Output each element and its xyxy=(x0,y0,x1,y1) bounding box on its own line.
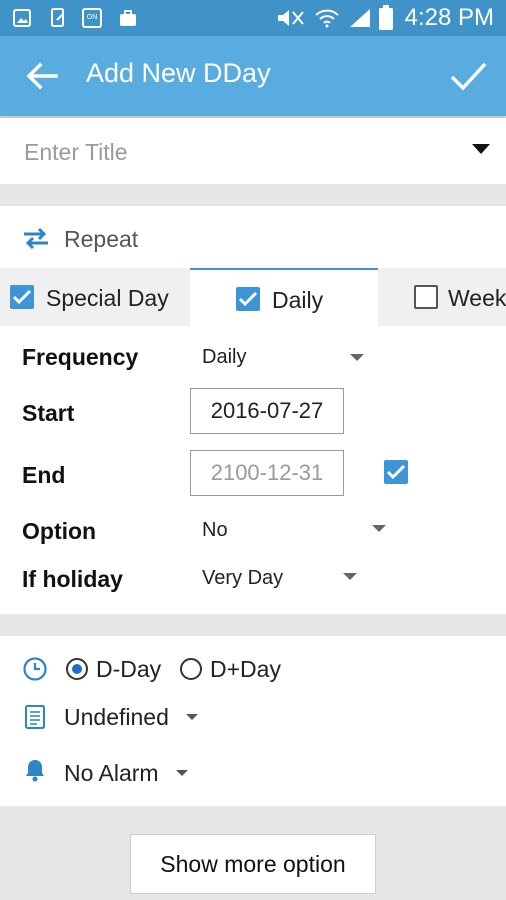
if-holiday-label: If holiday xyxy=(22,566,123,592)
frequency-value[interactable]: Daily xyxy=(202,346,246,369)
tab-daily[interactable]: Daily xyxy=(190,268,378,326)
tab-special-day[interactable]: Special Day xyxy=(0,268,190,326)
title-row xyxy=(0,118,506,184)
title-input[interactable] xyxy=(22,132,446,172)
if-holiday-dropdown-icon[interactable] xyxy=(343,573,357,580)
tab-week-label: Week xyxy=(448,285,506,311)
if-holiday-value[interactable]: Very Day xyxy=(202,567,283,590)
show-more-option-button[interactable]: Show more option xyxy=(130,834,376,894)
end-date-field[interactable]: 2100-12-31 xyxy=(190,450,344,496)
repeat-label: Repeat xyxy=(64,226,139,252)
checkmark-confirm-icon[interactable] xyxy=(446,54,490,98)
tab-special-day-label: Special Day xyxy=(46,285,169,311)
gallery-icon xyxy=(13,9,31,27)
dday-radio[interactable] xyxy=(66,658,88,680)
wifi-icon xyxy=(315,9,339,28)
svg-text:ON: ON xyxy=(87,14,98,21)
end-label: End xyxy=(22,462,66,488)
signal-icon xyxy=(350,9,370,27)
dday-info-card: D-Day D+Day Undefined No Alarm xyxy=(0,636,506,806)
tab-daily-label: Daily xyxy=(272,287,324,313)
clock-icon xyxy=(23,657,47,681)
category-dropdown-icon[interactable] xyxy=(186,714,198,720)
daily-checkbox[interactable] xyxy=(236,287,260,311)
option-label: Option xyxy=(22,518,97,544)
option-value[interactable]: No xyxy=(202,519,228,542)
frequency-dropdown-icon[interactable] xyxy=(350,354,364,361)
page-title: Add New DDay xyxy=(86,58,271,88)
status-bar: ON 4:28 PM xyxy=(0,0,506,36)
frequency-label: Frequency xyxy=(22,344,139,370)
start-date-field[interactable]: 2016-07-27 xyxy=(190,388,344,434)
briefcase-icon xyxy=(120,10,136,26)
special-day-checkbox[interactable] xyxy=(10,285,34,309)
week-checkbox[interactable] xyxy=(414,285,438,309)
alarm-dropdown-icon[interactable] xyxy=(176,770,188,776)
mute-icon xyxy=(278,10,304,26)
tab-week[interactable]: Week xyxy=(378,268,506,326)
status-time: 4:28 PM xyxy=(404,4,494,31)
option-dropdown-icon[interactable] xyxy=(372,525,386,532)
repeat-icon xyxy=(24,227,48,250)
dplusday-radio[interactable] xyxy=(180,658,202,680)
repeat-row[interactable]: Repeat xyxy=(0,206,506,270)
alarm-value[interactable]: No Alarm xyxy=(64,760,159,787)
on-badge-icon: ON xyxy=(82,8,102,28)
phone-doc-icon xyxy=(51,8,64,27)
category-value[interactable]: Undefined xyxy=(64,704,169,731)
end-date-checkbox[interactable] xyxy=(384,460,408,484)
document-icon xyxy=(25,705,45,729)
dplusday-label: D+Day xyxy=(210,656,281,682)
app-toolbar: Add New DDay xyxy=(0,36,506,116)
start-label: Start xyxy=(22,400,75,426)
back-arrow-icon[interactable] xyxy=(22,56,62,96)
dday-label: D-Day xyxy=(96,656,162,682)
repeat-tabs: Special Day Daily Week xyxy=(0,268,506,326)
repeat-card: Repeat Special Day Daily Week Frequency … xyxy=(0,206,506,614)
battery-icon xyxy=(379,5,393,30)
title-dropdown-icon[interactable] xyxy=(472,144,490,154)
bell-icon xyxy=(26,760,44,782)
